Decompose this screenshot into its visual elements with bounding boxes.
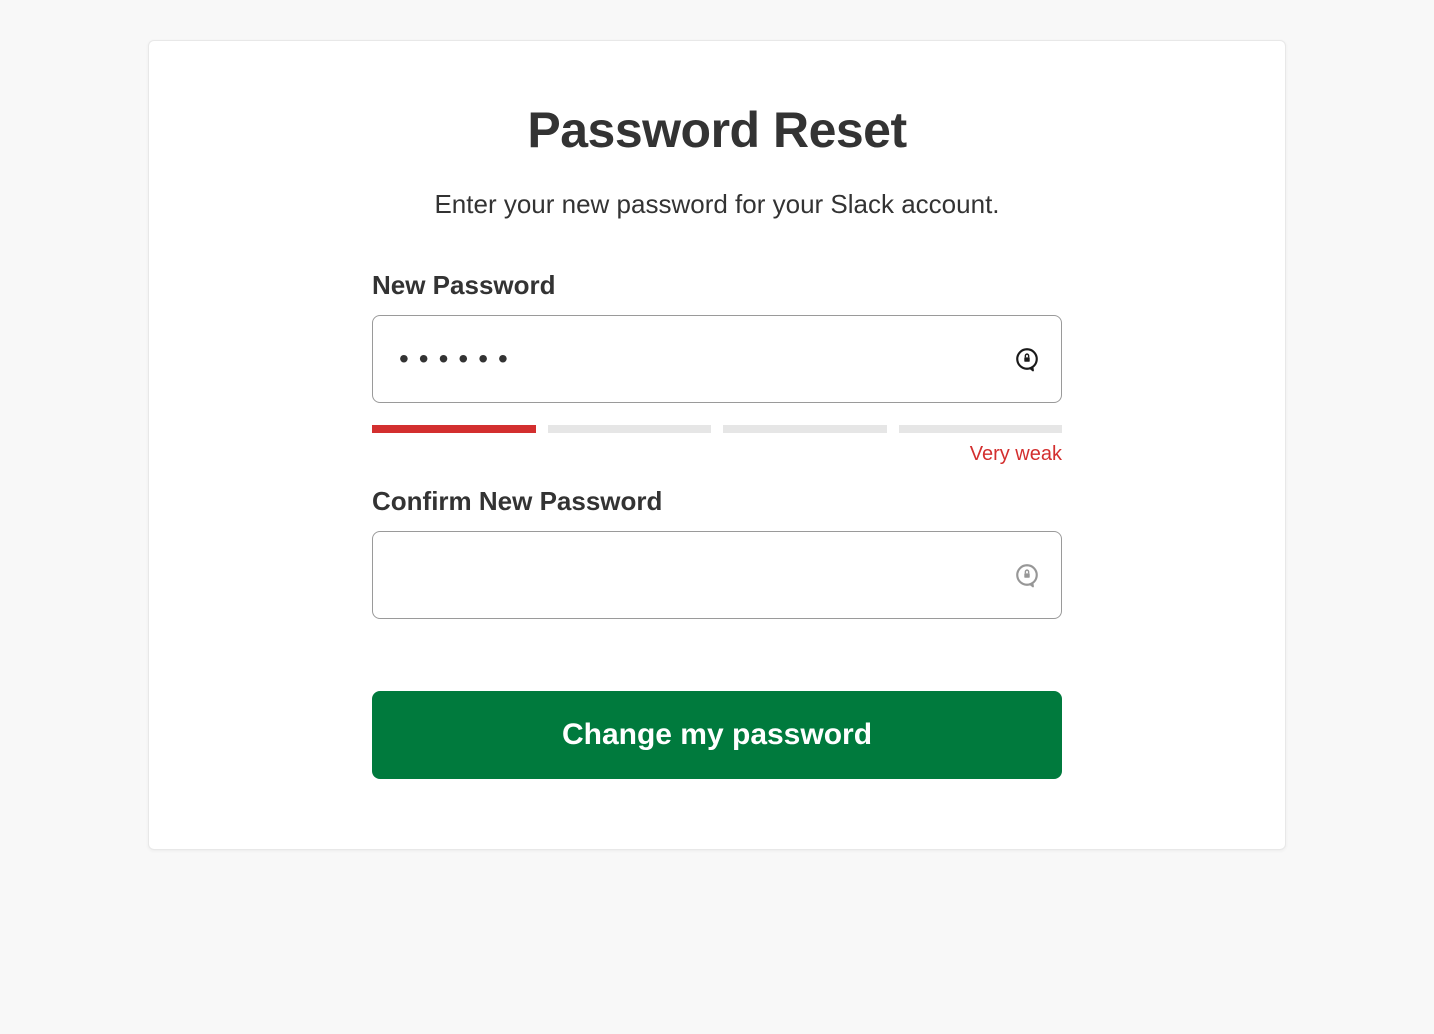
lock-rotate-icon[interactable] [1014,346,1040,372]
lock-rotate-icon[interactable] [1014,562,1040,588]
new-password-group: New Password Very weak [372,270,1062,466]
page-subtitle: Enter your new password for your Slack a… [434,189,999,220]
confirm-password-group: Confirm New Password [372,486,1062,619]
confirm-password-input[interactable] [372,531,1062,619]
confirm-password-label: Confirm New Password [372,486,1062,517]
change-password-button[interactable]: Change my password [372,691,1062,779]
password-reset-form: New Password Very weak [372,270,1062,779]
new-password-input[interactable] [372,315,1062,403]
strength-segment-2 [548,425,712,433]
strength-segment-4 [899,425,1063,433]
password-strength-meter [372,425,1062,433]
strength-segment-1 [372,425,536,433]
strength-label: Very weak [372,443,1062,466]
page-title: Password Reset [527,101,906,159]
strength-segment-3 [723,425,887,433]
password-reset-card: Password Reset Enter your new password f… [148,40,1286,850]
confirm-password-wrapper [372,531,1062,619]
new-password-wrapper [372,315,1062,403]
new-password-label: New Password [372,270,1062,301]
